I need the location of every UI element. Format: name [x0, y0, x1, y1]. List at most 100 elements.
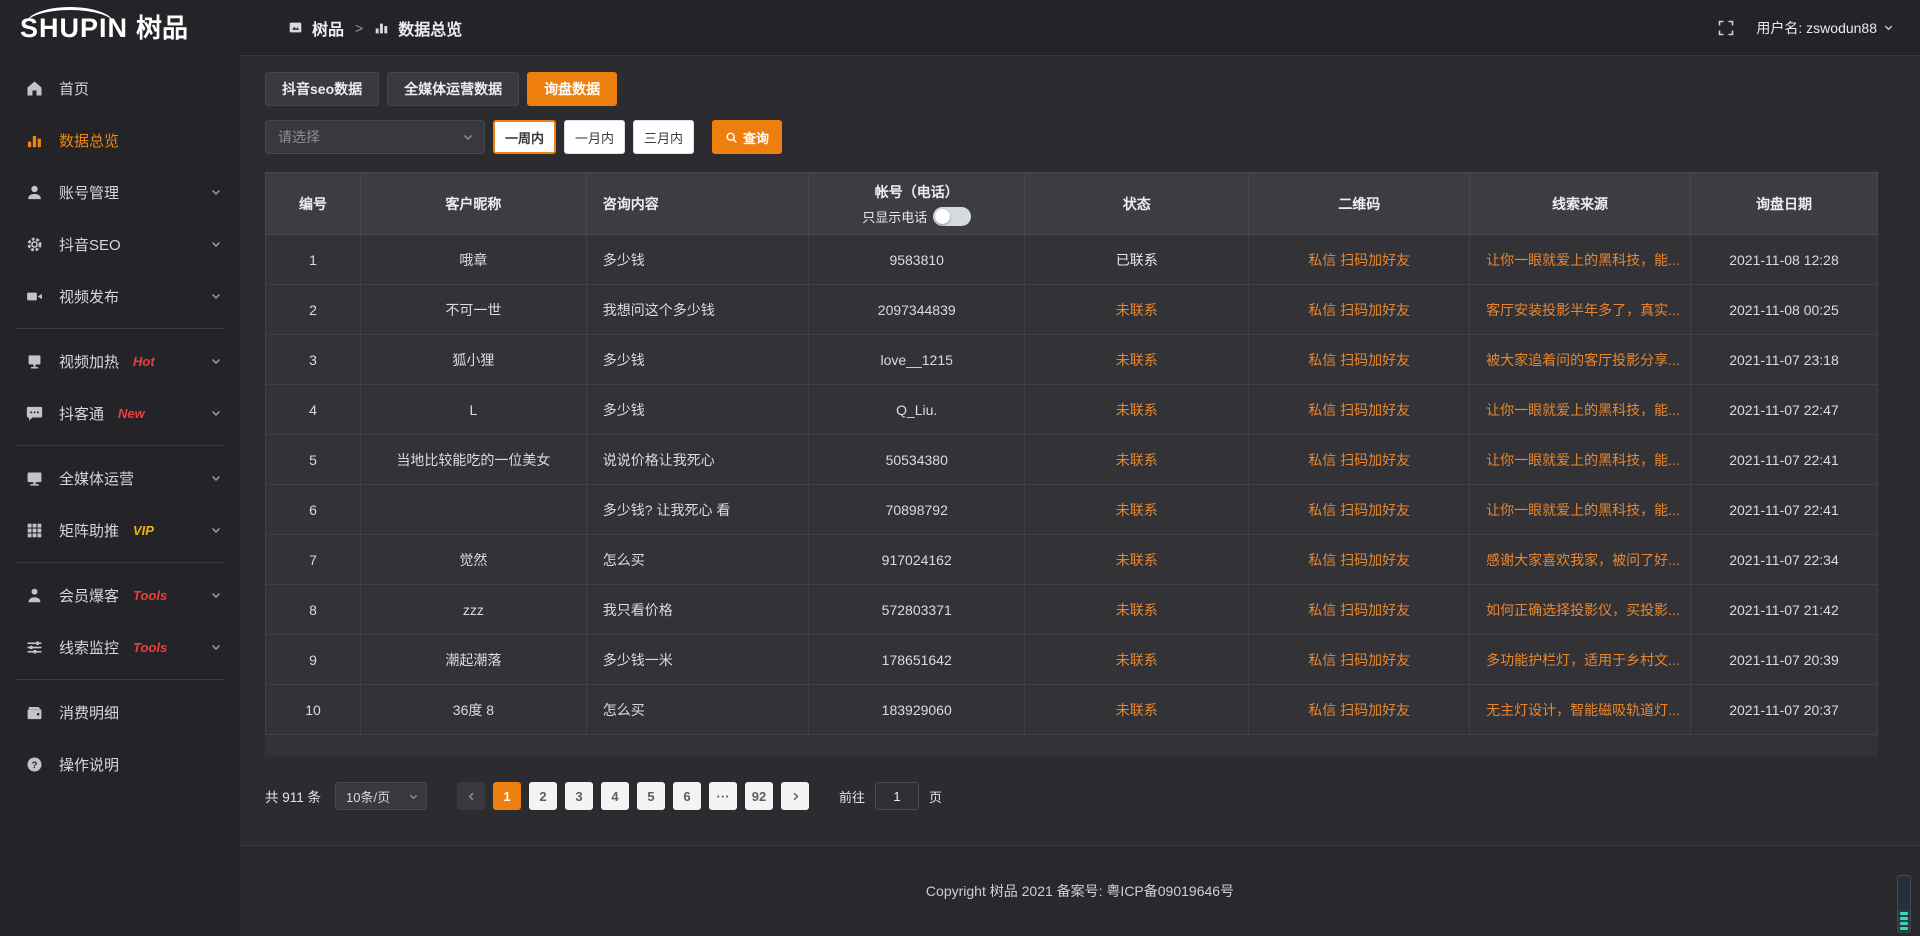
cell-date: 2021-11-07 22:41 — [1690, 485, 1877, 535]
chevron-down-icon — [210, 524, 222, 536]
floating-widget[interactable] — [1897, 875, 1911, 933]
sidebar-item-video-publish[interactable]: 视频发布 — [0, 270, 240, 322]
search-button[interactable]: 查询 — [712, 120, 782, 154]
sidebar-item-data-overview[interactable]: 数据总览 — [0, 114, 240, 166]
status-badge: 未联系 — [1116, 402, 1158, 418]
source-link[interactable]: 让你一眼就爱上的黑科技，能... — [1486, 452, 1680, 468]
screen-heat-icon — [26, 352, 44, 370]
account-select[interactable]: 请选择 — [265, 120, 485, 154]
sidebar-item-home[interactable]: 首页 — [0, 62, 240, 114]
sidebar-item-douyin-seo[interactable]: 抖音SEO — [0, 218, 240, 270]
qr-link[interactable]: 私信 扫码加好友 — [1308, 552, 1410, 568]
sidebar-item-spend-detail[interactable]: 消费明细 — [0, 686, 240, 738]
sidebar-item-account-management[interactable]: 账号管理 — [0, 166, 240, 218]
cell-content: 多少钱 — [586, 235, 808, 285]
qr-link[interactable]: 私信 扫码加好友 — [1308, 452, 1410, 468]
status-badge: 未联系 — [1116, 702, 1158, 718]
qr-link[interactable]: 私信 扫码加好友 — [1308, 702, 1410, 718]
source-link[interactable]: 让你一眼就爱上的黑科技，能... — [1486, 402, 1680, 418]
sidebar-item-label: 账号管理 — [59, 182, 119, 203]
cell-qrcode: 私信 扫码加好友 — [1249, 635, 1470, 685]
sidebar-item-label: 抖音SEO — [59, 234, 121, 255]
pagination: 共 911 条 10条/页 1 2 3 4 5 6 ··· 92 前往 1 页 — [265, 782, 1878, 810]
qr-link[interactable]: 私信 扫码加好友 — [1308, 402, 1410, 418]
page-button-1[interactable]: 1 — [493, 782, 521, 810]
source-link[interactable]: 无主灯设计，智能磁吸轨道灯... — [1486, 702, 1680, 718]
sidebar-item-label: 首页 — [59, 78, 89, 99]
sidebar-item-label: 操作说明 — [59, 754, 119, 775]
range-month-button[interactable]: 一月内 — [564, 120, 625, 154]
cell-account: 9583810 — [809, 235, 1025, 285]
sidebar-item-matrix-boost[interactable]: 矩阵助推 VIP — [0, 504, 240, 556]
qr-link[interactable]: 私信 扫码加好友 — [1308, 502, 1410, 518]
sidebar-item-doketong[interactable]: 抖客通 New — [0, 387, 240, 439]
source-link[interactable]: 客厅安装投影半年多了，真实... — [1486, 302, 1680, 318]
qr-link[interactable]: 私信 扫码加好友 — [1308, 302, 1410, 318]
page-button-92[interactable]: 92 — [745, 782, 773, 810]
range-week-button[interactable]: 一周内 — [493, 120, 556, 154]
page-button-6[interactable]: 6 — [673, 782, 701, 810]
qr-link[interactable]: 私信 扫码加好友 — [1308, 652, 1410, 668]
cell-nickname: L — [361, 385, 587, 435]
page-button-3[interactable]: 3 — [565, 782, 593, 810]
cell-status: 未联系 — [1025, 385, 1249, 435]
cell-nickname: 不可一世 — [361, 285, 587, 335]
breadcrumb-current: 数据总览 — [398, 16, 462, 40]
sidebar-item-lead-monitor[interactable]: 线索监控 Tools — [0, 621, 240, 673]
tab-omni-media-data[interactable]: 全媒体运营数据 — [387, 72, 519, 106]
range-quarter-button[interactable]: 三月内 — [633, 120, 694, 154]
col-header-qrcode: 二维码 — [1249, 173, 1470, 235]
sidebar-item-help[interactable]: ? 操作说明 — [0, 738, 240, 790]
user-menu[interactable]: 用户名: zswodun88 — [1756, 18, 1894, 38]
source-link[interactable]: 感谢大家喜欢我家，被问了好... — [1486, 552, 1680, 568]
cell-source: 感谢大家喜欢我家，被问了好... — [1470, 535, 1691, 585]
cell-status: 未联系 — [1025, 335, 1249, 385]
breadcrumb-root[interactable]: 树品 — [312, 16, 344, 40]
inquiry-table: 编号 客户昵称 咨询内容 帐号（电话） 只显示电话 状态 二维码 线索来源 — [265, 172, 1878, 756]
cell-content: 怎么买 — [586, 685, 808, 735]
chevron-right-icon — [790, 791, 801, 802]
chevron-down-icon — [210, 589, 222, 601]
content-column: 树品 > 数据总览 用户名: zswodun88 抖音seo数据 全媒体运营数据… — [240, 0, 1920, 936]
cell-qrcode: 私信 扫码加好友 — [1249, 285, 1470, 335]
phone-only-toggle[interactable] — [933, 207, 971, 226]
cell-content: 多少钱 — [586, 385, 808, 435]
page-size-select[interactable]: 10条/页 — [335, 782, 427, 810]
status-badge: 已联系 — [1116, 252, 1158, 268]
prev-page-button[interactable] — [457, 782, 485, 810]
source-link[interactable]: 让你一眼就爱上的黑科技，能... — [1486, 502, 1680, 518]
cell-no: 1 — [266, 235, 361, 285]
source-link[interactable]: 如何正确选择投影仪，买投影... — [1486, 602, 1680, 618]
qr-link[interactable]: 私信 扫码加好友 — [1308, 252, 1410, 268]
source-link[interactable]: 被大家追着问的客厅投影分享... — [1486, 352, 1680, 368]
page-button-2[interactable]: 2 — [529, 782, 557, 810]
cell-no: 9 — [266, 635, 361, 685]
cell-no: 6 — [266, 485, 361, 535]
next-page-button[interactable] — [781, 782, 809, 810]
cell-account: 70898792 — [809, 485, 1025, 535]
chevron-down-icon — [1883, 22, 1894, 33]
cell-account: 917024162 — [809, 535, 1025, 585]
fullscreen-icon[interactable] — [1718, 20, 1734, 36]
sidebar-item-member-baoke[interactable]: 会员爆客 Tools — [0, 569, 240, 621]
topbar: 树品 > 数据总览 用户名: zswodun88 — [240, 0, 1920, 56]
qr-link[interactable]: 私信 扫码加好友 — [1308, 352, 1410, 368]
sidebar-item-video-heat[interactable]: 视频加热 Hot — [0, 335, 240, 387]
cell-no: 4 — [266, 385, 361, 435]
cell-status: 未联系 — [1025, 285, 1249, 335]
page-button-5[interactable]: 5 — [637, 782, 665, 810]
tab-inquiry-data[interactable]: 询盘数据 — [527, 72, 617, 106]
qr-link[interactable]: 私信 扫码加好友 — [1308, 602, 1410, 618]
tab-douyin-seo-data[interactable]: 抖音seo数据 — [265, 72, 379, 106]
cell-source: 让你一眼就爱上的黑科技，能... — [1470, 385, 1691, 435]
more-pages-button[interactable]: ··· — [709, 782, 737, 810]
sidebar-divider — [16, 445, 224, 446]
page-button-4[interactable]: 4 — [601, 782, 629, 810]
source-link[interactable]: 让你一眼就爱上的黑科技，能... — [1486, 252, 1680, 268]
status-badge: 未联系 — [1116, 652, 1158, 668]
cell-qrcode: 私信 扫码加好友 — [1249, 235, 1470, 285]
sidebar-item-label: 消费明细 — [59, 702, 119, 723]
source-link[interactable]: 多功能护栏灯，适用于乡村文... — [1486, 652, 1680, 668]
sidebar-item-omni-media[interactable]: 全媒体运营 — [0, 452, 240, 504]
goto-page-input[interactable]: 1 — [875, 782, 919, 810]
